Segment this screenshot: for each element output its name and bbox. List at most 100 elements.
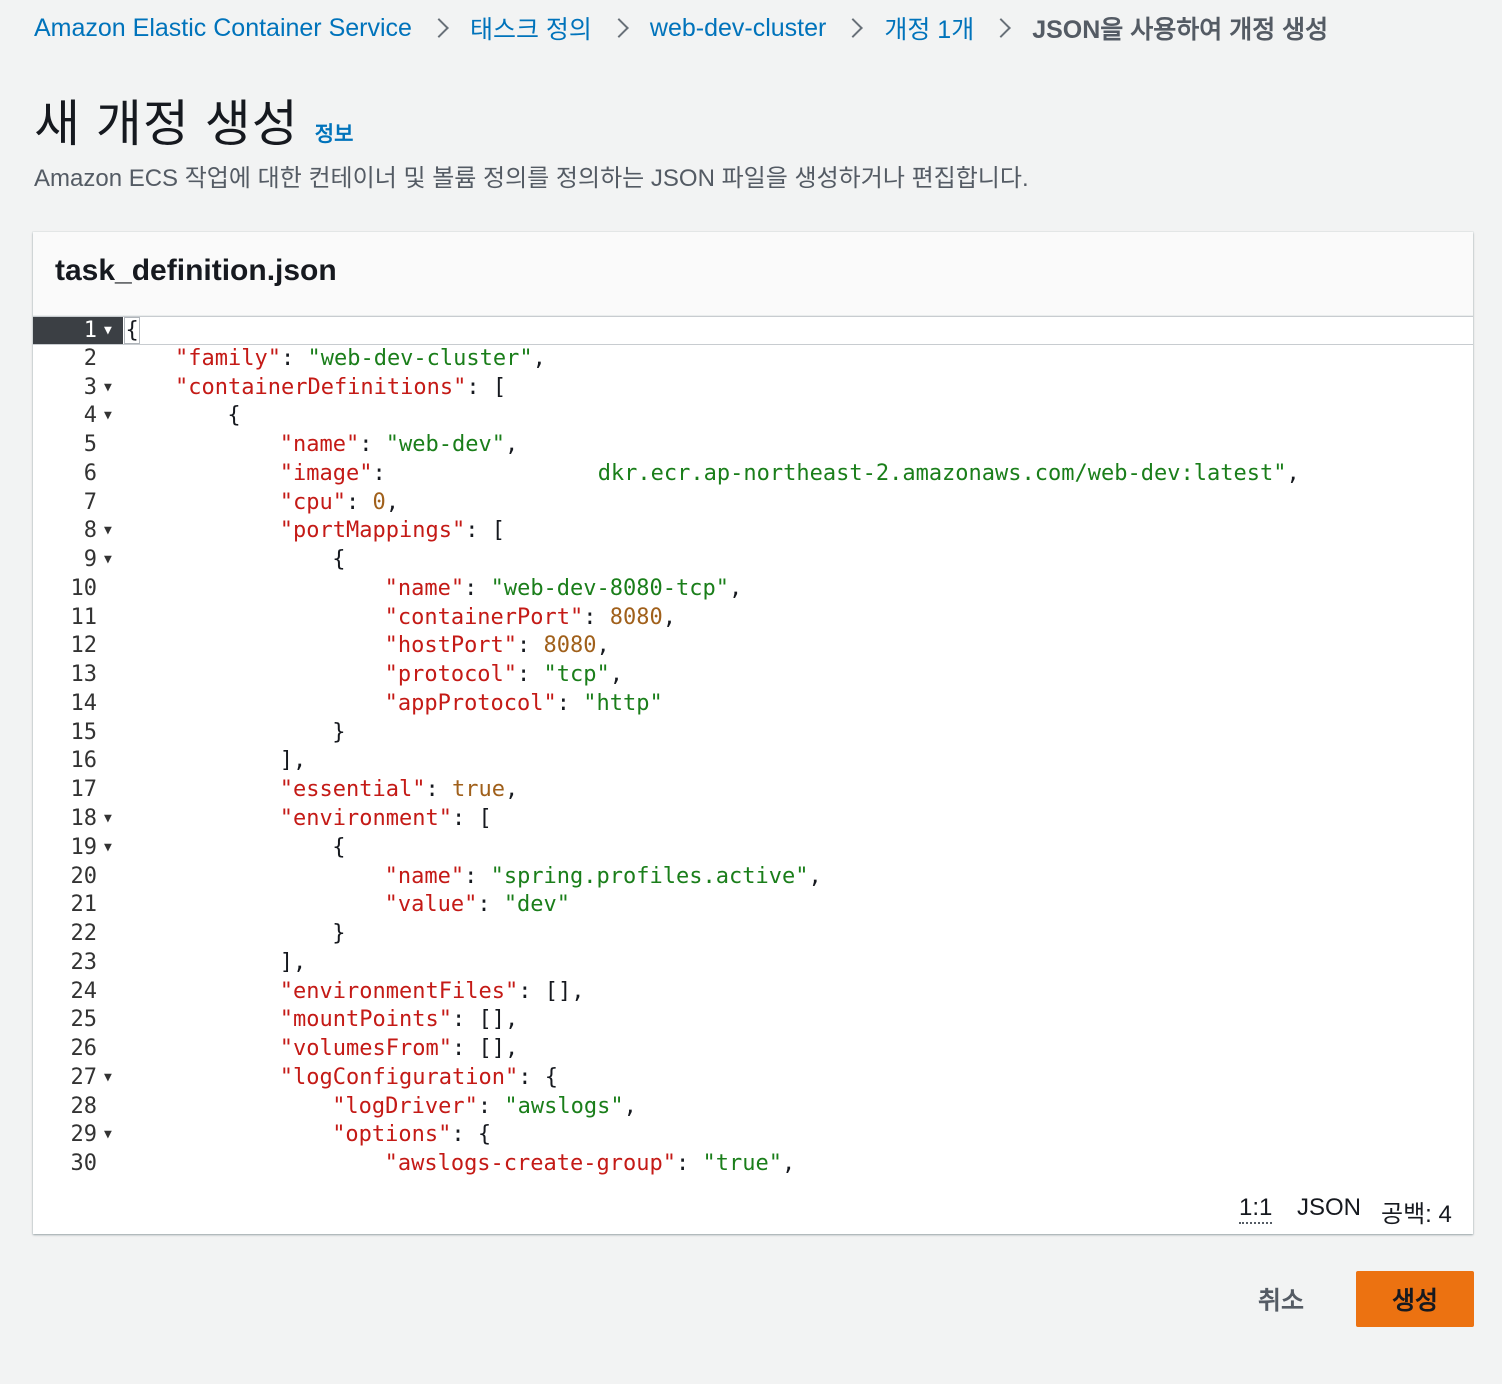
line-number: 20 [70,863,98,889]
code-text: "family": "web-dev-cluster", [175,345,546,374]
code-editor[interactable]: 1 ▼{2 "family": "web-dev-cluster", 3 ▼ "conta… [33,316,1473,1186]
page-description: Amazon ECS 작업에 대한 컨테이너 및 볼륨 정의를 정의하는 JSO… [34,165,1029,192]
line-gutter: 24 [33,978,123,1007]
cursor-position[interactable]: 1:1 [1239,1194,1273,1224]
code-text: } [332,920,345,949]
editor-filename: task_definition.json [55,254,337,287]
code-token: : [583,604,610,630]
code-line: 6 "image": dkr.ecr.ap-northeast-2.amazona… [33,460,1473,489]
indent-setting: 공백: 4 [1381,1201,1452,1228]
fold-toggle-icon[interactable]: ▼ [104,834,112,863]
line-number: 21 [70,892,98,918]
line-gutter: 5 [33,431,123,460]
line-number: 14 [70,690,98,716]
code-token: ], [279,748,307,774]
code-text: "volumesFrom": [], [280,1035,518,1064]
code-token: : [464,863,491,889]
cancel-button[interactable]: 취소 [1241,1271,1321,1327]
code-token: , [504,777,519,803]
fold-toggle-icon[interactable]: ▼ [104,546,112,575]
code-token: : [517,662,544,688]
code-text: "options": { [332,1121,491,1150]
code-token: , [1286,460,1300,486]
code-token: { [332,834,346,860]
code-token: : [517,633,544,659]
fold-toggle-icon[interactable]: ▼ [104,517,112,546]
code-text: ], [280,949,307,978]
breadcrumb-link[interactable]: 태스크 정의 [470,10,592,46]
info-link[interactable]: 정보 [315,118,354,148]
line-number: 1 [83,318,97,343]
code-token: ], [279,949,307,975]
fold-toggle-icon[interactable]: ▼ [104,1121,112,1150]
line-number: 23 [70,949,98,975]
line-gutter: 27 ▼ [33,1064,123,1093]
line-number: 11 [70,604,98,630]
code-token: "tcp" [543,662,610,688]
line-number: 27 [70,1064,98,1090]
code-line: 18 ▼ "environment": [ [33,805,1473,834]
line-number: 25 [70,1007,98,1033]
fold-toggle-icon[interactable]: ▼ [104,1064,112,1093]
fold-toggle-icon[interactable]: ▼ [104,805,112,834]
code-token: : [ [466,374,507,400]
code-token: "awslogs" [504,1093,624,1119]
code-token: "volumesFrom" [279,1036,452,1062]
chevron-right-icon [592,13,650,43]
code-line: 3 ▼ "containerDefinitions": [ [33,374,1473,403]
line-gutter: 21 [33,891,123,920]
code-token: 8080 [543,633,597,659]
code-line: 8 ▼ "portMappings": [ [33,517,1473,546]
code-token: dkr.ecr.ap-northeast-2.amazonaws.com/web… [597,460,1287,486]
code-text: "awslogs-create-group": "true", [385,1150,796,1179]
code-text: { [332,834,345,863]
code-token: "image" [279,460,373,486]
breadcrumb-link[interactable]: Amazon Elastic Container Service [34,14,412,43]
line-number: 30 [70,1151,98,1177]
code-token: , [623,1093,637,1119]
code-text: "protocol": "tcp", [385,661,623,690]
code-line: 15} [33,719,1473,748]
fold-toggle-icon[interactable]: ▼ [104,374,112,403]
code-token: "name" [384,575,465,601]
code-token: : [425,777,452,803]
create-button[interactable]: 생성 [1356,1271,1474,1327]
line-gutter: 30 [33,1150,123,1179]
code-token: : [280,345,308,371]
code-token: , [781,1151,796,1177]
line-number: 6 [83,460,97,486]
code-token: "logConfiguration" [279,1064,519,1090]
code-token: : [556,690,584,716]
line-number: 24 [70,978,98,1004]
code-token: : [346,489,373,515]
code-token: , [609,662,624,688]
code-token: , [532,345,546,371]
code-token: : [ [465,518,505,544]
line-number: 9 [83,547,97,573]
fold-toggle-icon[interactable]: ▼ [104,317,112,346]
line-gutter: 26 [33,1035,123,1064]
code-token: "hostPort" [384,633,518,659]
line-number: 7 [83,489,97,515]
line-gutter: 1 ▼ [33,317,123,344]
code-text: "logConfiguration": { [280,1064,558,1093]
code-line: 22} [33,920,1473,949]
code-token: "environmentFiles" [279,978,519,1004]
breadcrumb-link[interactable]: 개정 1개 [884,10,974,46]
code-token: : [477,1093,505,1119]
code-text: "portMappings": [ [280,517,505,546]
code-token: "true" [702,1151,782,1177]
code-line: 4 ▼{ [33,402,1473,431]
code-token: , [808,863,822,889]
fold-toggle-icon[interactable]: ▼ [104,402,112,431]
code-token: "mountPoints" [279,1007,452,1033]
line-gutter: 17 [33,776,123,805]
code-text: "environment": [ [280,805,492,834]
breadcrumb-link[interactable]: web-dev-cluster [650,14,826,43]
code-line: 5 "name": "web-dev", [33,431,1473,460]
code-text: "cpu": 0, [280,489,399,518]
line-number: 26 [70,1036,98,1062]
code-line: 25 "mountPoints": [], [33,1006,1473,1035]
code-line: 29 ▼ "options": { [33,1121,1473,1150]
code-token: , [662,604,677,630]
